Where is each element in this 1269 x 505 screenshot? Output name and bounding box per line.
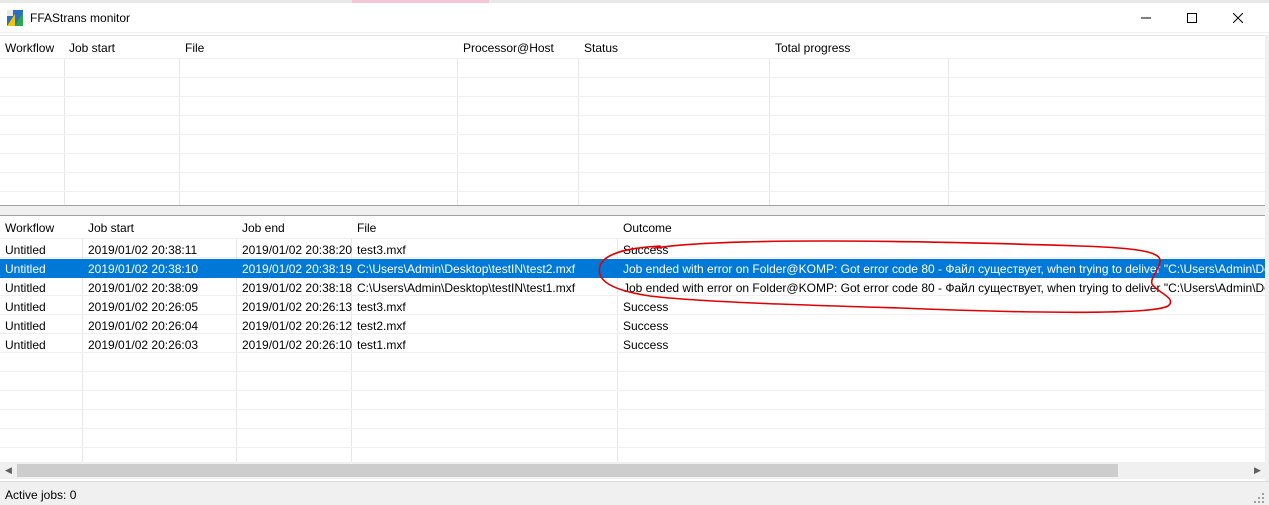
table-row-selected[interactable]: Untitled 2019/01/02 20:38:10 2019/01/02 … [0,259,1265,278]
cell-outcome: Success [623,300,669,314]
scroll-left-arrow-icon[interactable]: ◀ [3,465,14,476]
vertical-scrollbar[interactable] [1265,35,1269,487]
cell-workflow: Untitled [5,262,46,276]
cell-job-end: 2019/01/02 20:38:18 [242,281,353,295]
cell-outcome: Job ended with error on Folder@KOMP: Got… [623,281,1265,295]
cell-outcome: Success [623,319,669,333]
cell-file: C:\Users\Admin\Desktop\testIN\test2.mxf [357,262,576,276]
cell-outcome: Success [623,243,669,257]
window-title: FFAStrans monitor [30,11,131,25]
table-row[interactable]: Untitled 2019/01/02 20:26:03 2019/01/02 … [0,335,1265,354]
cell-workflow: Untitled [5,243,46,257]
table-row[interactable]: Untitled 2019/01/02 20:38:11 2019/01/02 … [0,240,1265,259]
cell-workflow: Untitled [5,281,46,295]
column-header-workflow[interactable]: Workflow [5,41,54,55]
cell-file: C:\Users\Admin\Desktop\testIN\test1.mxf [357,281,576,295]
cell-file: test3.mxf [357,300,406,314]
column-header-workflow[interactable]: Workflow [5,221,54,235]
cell-workflow: Untitled [5,300,46,314]
column-header-processor-host[interactable]: Processor@Host [463,41,554,55]
cell-job-end: 2019/01/02 20:38:20 [242,243,353,257]
maximize-button[interactable] [1169,3,1215,33]
cell-job-end: 2019/01/02 20:26:12 [242,319,353,333]
cell-job-start: 2019/01/02 20:38:09 [88,281,199,295]
scroll-right-arrow-icon[interactable]: ▶ [1252,465,1263,476]
cell-job-end: 2019/01/02 20:38:19 [242,262,353,276]
active-jobs-header: Workflow Job start File Processor@Host S… [0,36,1265,58]
horizontal-scrollbar[interactable]: ◀ ▶ [0,462,1269,479]
table-row[interactable]: Untitled 2019/01/02 20:38:09 2019/01/02 … [0,278,1265,297]
column-header-total-progress[interactable]: Total progress [775,41,850,55]
active-jobs-count: Active jobs: 0 [5,488,77,502]
cell-outcome: Success [623,338,669,352]
table-row[interactable]: Untitled 2019/01/02 20:26:05 2019/01/02 … [0,297,1265,316]
cell-workflow: Untitled [5,338,46,352]
maximize-icon [1187,13,1197,23]
cell-file: test2.mxf [357,319,406,333]
cell-job-end: 2019/01/02 20:26:13 [242,300,353,314]
cell-job-start: 2019/01/02 20:38:11 [88,243,198,257]
ffastrans-app-icon [7,10,23,26]
minimize-icon [1141,17,1151,19]
panel-splitter[interactable] [0,206,1269,215]
column-header-job-start[interactable]: Job start [69,41,115,55]
column-header-status[interactable]: Status [584,41,618,55]
cell-job-start: 2019/01/02 20:26:04 [88,319,199,333]
cell-workflow: Untitled [5,319,46,333]
minimize-button[interactable] [1123,3,1169,33]
cell-job-end: 2019/01/02 20:26:10 [242,338,353,352]
column-header-job-end[interactable]: Job end [242,221,285,235]
table-row[interactable]: Untitled 2019/01/02 20:26:04 2019/01/02 … [0,316,1265,335]
resize-grip-icon[interactable] [1253,492,1265,504]
job-history-list[interactable]: Workflow Job start Job end File Outcome … [0,215,1265,464]
close-button[interactable] [1215,3,1261,33]
column-header-file[interactable]: File [357,221,376,235]
cell-file: test3.mxf [357,243,406,257]
cell-file: test1.mxf [357,338,406,352]
column-header-job-start[interactable]: Job start [88,221,134,235]
cell-job-start: 2019/01/02 20:26:03 [88,338,199,352]
cell-job-start: 2019/01/02 20:38:10 [88,262,199,276]
cell-outcome: Job ended with error on Folder@KOMP: Got… [623,262,1265,276]
job-history-header: Workflow Job start Job end File Outcome [0,216,1265,238]
close-icon [1233,13,1243,23]
cell-job-start: 2019/01/02 20:26:05 [88,300,199,314]
status-bar: Active jobs: 0 [0,481,1269,505]
column-header-outcome[interactable]: Outcome [623,221,672,235]
active-jobs-list[interactable]: Workflow Job start File Processor@Host S… [0,35,1265,206]
scrollbar-thumb[interactable] [17,464,1118,477]
title-bar[interactable]: FFAStrans monitor [0,3,1269,33]
column-header-file[interactable]: File [185,41,204,55]
